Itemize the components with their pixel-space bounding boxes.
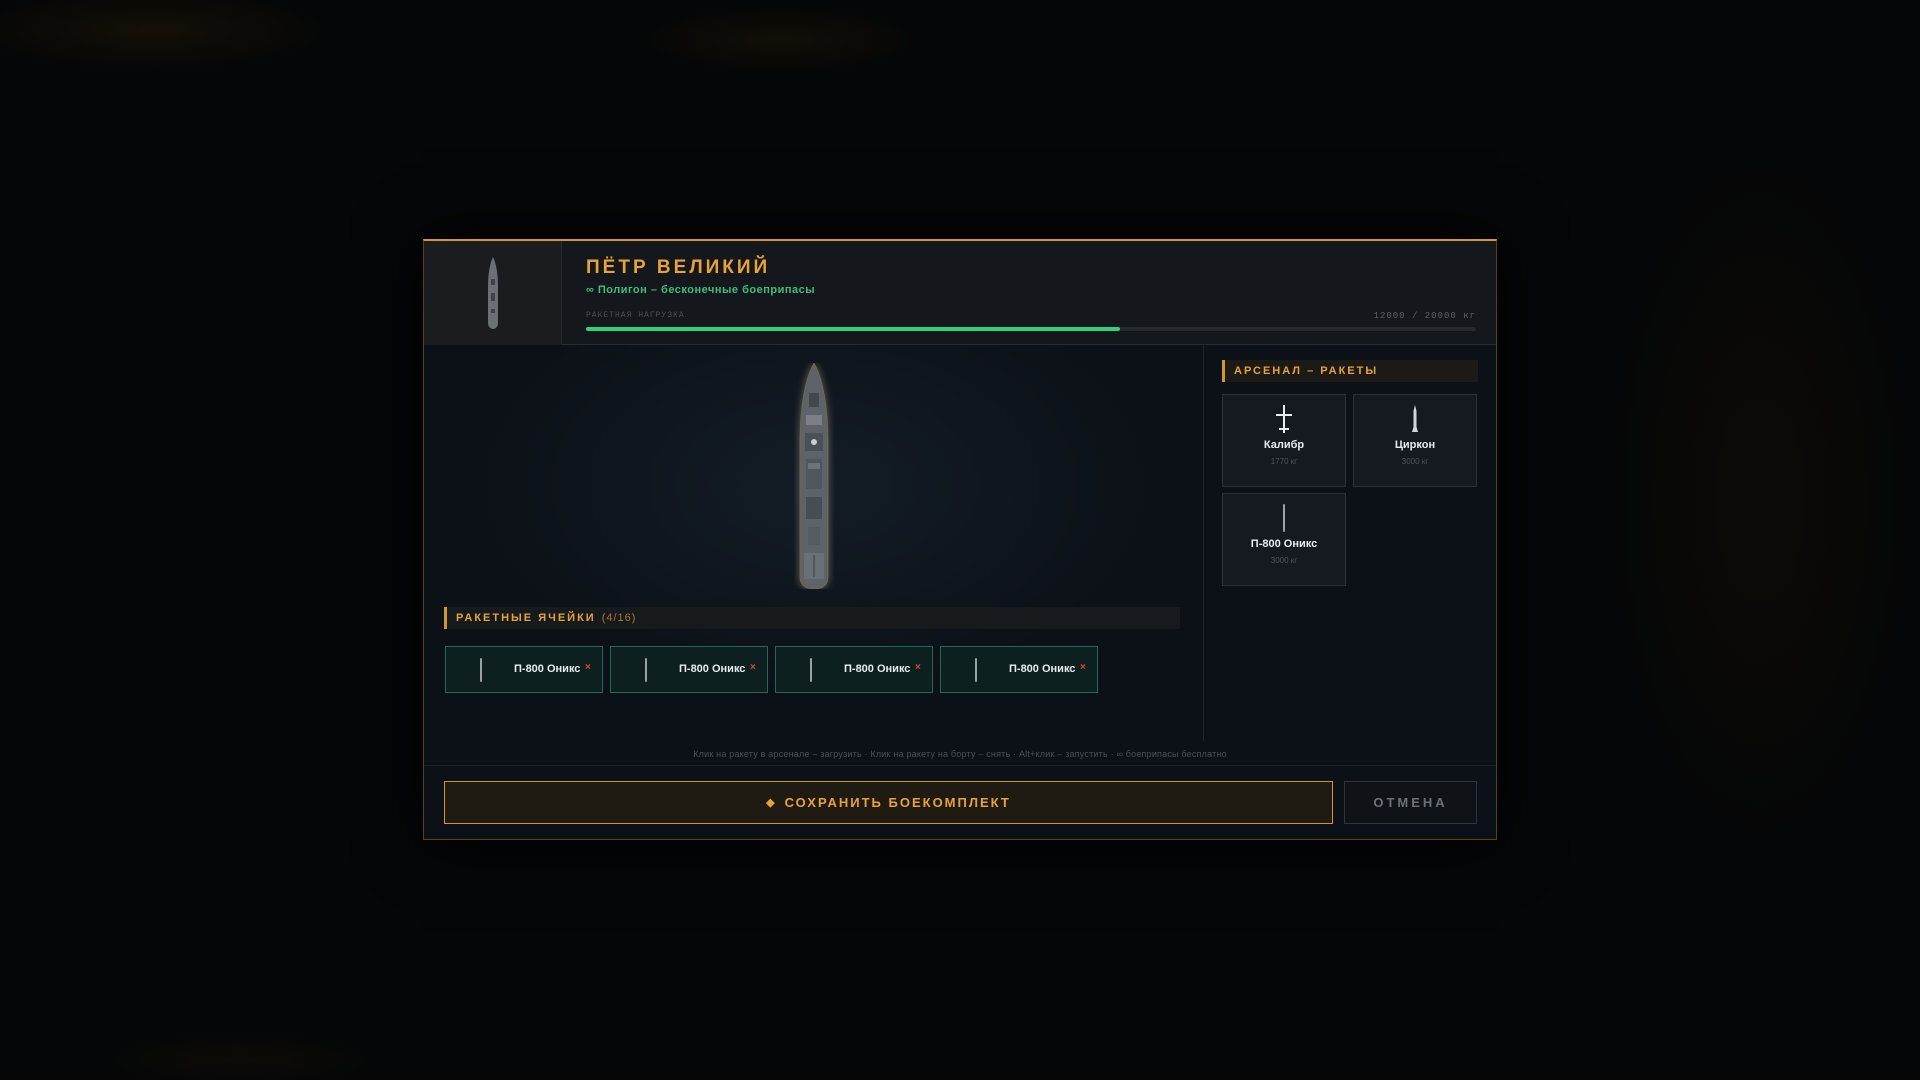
mode-subtitle: ∞ Полигон – бесконечные боеприпасы (586, 284, 816, 296)
arsenal-item-name: Калибр (1263, 439, 1305, 451)
ship-thumbnail (424, 241, 562, 345)
cell-label: П-800 Оникс (844, 663, 911, 675)
load-value: 12000 / 20000 кг (1373, 311, 1476, 321)
missile-cell[interactable]: П-800 Оникс × (445, 646, 603, 693)
arsenal-item-zircon[interactable]: Циркон 3000 кг (1353, 394, 1477, 487)
oniks-missile-icon (1283, 504, 1285, 532)
cells-header: РАКЕТНЫЕ ЯЧЕЙКИ (4/16) (444, 607, 1180, 629)
arsenal-item-oniks[interactable]: П-800 Оникс 3000 кг (1222, 493, 1346, 586)
cell-remove-icon[interactable]: × (1080, 662, 1086, 673)
cells-title: РАКЕТНЫЕ ЯЧЕЙКИ (456, 612, 596, 624)
ship-topdown-icon (799, 363, 829, 589)
missile-cell[interactable]: П-800 Оникс × (775, 646, 933, 693)
oniks-missile-icon (810, 658, 812, 682)
cells-count: (4/16) (601, 612, 637, 624)
arsenal-item-weight: 3000 кг (1401, 457, 1429, 466)
arsenal-item-kalibr[interactable]: Калибр 1770 кг (1222, 394, 1346, 487)
ship-thumbnail-icon (487, 257, 498, 329)
cell-remove-icon[interactable]: × (585, 662, 591, 673)
cancel-button[interactable]: ОТМЕНА (1344, 781, 1477, 824)
modal-header: ПЁТР ВЕЛИКИЙ ∞ Полигон – бесконечные бое… (424, 241, 1496, 345)
load-label: РАКЕТНАЯ НАГРУЗКА (586, 311, 685, 320)
missile-cell[interactable]: П-800 Оникс × (610, 646, 768, 693)
oniks-missile-icon (645, 658, 647, 682)
footer-divider (424, 765, 1496, 766)
cell-label: П-800 Оникс (679, 663, 746, 675)
load-progress-bar (586, 327, 1476, 331)
save-loadout-label: СОХРАНИТЬ БОЕКОМПЛЕКТ (784, 795, 1011, 810)
zircon-missile-icon (1412, 405, 1418, 432)
loadout-modal: ПЁТР ВЕЛИКИЙ ∞ Полигон – бесконечные бое… (423, 239, 1497, 840)
arsenal-header: АРСЕНАЛ – РАКЕТЫ (1222, 360, 1478, 382)
cell-label: П-800 Оникс (514, 663, 581, 675)
cell-remove-icon[interactable]: × (750, 662, 756, 673)
arsenal-item-weight: 1770 кг (1270, 457, 1298, 466)
cells-list: П-800 Оникс × П-800 Оникс × П-800 Оникс … (445, 646, 1098, 693)
save-loadout-button[interactable]: ◆ СОХРАНИТЬ БОЕКОМПЛЕКТ (444, 781, 1333, 824)
oniks-missile-icon (480, 658, 482, 682)
arsenal-item-name: Циркон (1394, 439, 1436, 451)
kalibr-missile-icon (1276, 405, 1292, 433)
arsenal-item-weight: 3000 кг (1270, 556, 1298, 565)
missile-cell[interactable]: П-800 Оникс × (940, 646, 1098, 693)
arsenal-item-name: П-800 Оникс (1250, 538, 1318, 550)
diamond-icon: ◆ (766, 797, 777, 809)
arsenal-grid: Калибр 1770 кг Циркон 3000 кг П-800 Оник… (1222, 394, 1478, 586)
controls-hint: Клик на ракету в арсенале – загрузить · … (693, 749, 1227, 759)
load-progress-fill (586, 327, 1120, 331)
oniks-missile-icon (975, 658, 977, 682)
ship-title: ПЁТР ВЕЛИКИЙ (586, 257, 771, 278)
cell-remove-icon[interactable]: × (915, 662, 921, 673)
ship-pane: РАКЕТНЫЕ ЯЧЕЙКИ (4/16) П-800 Оникс × П-8… (424, 345, 1204, 741)
cell-label: П-800 Оникс (1009, 663, 1076, 675)
